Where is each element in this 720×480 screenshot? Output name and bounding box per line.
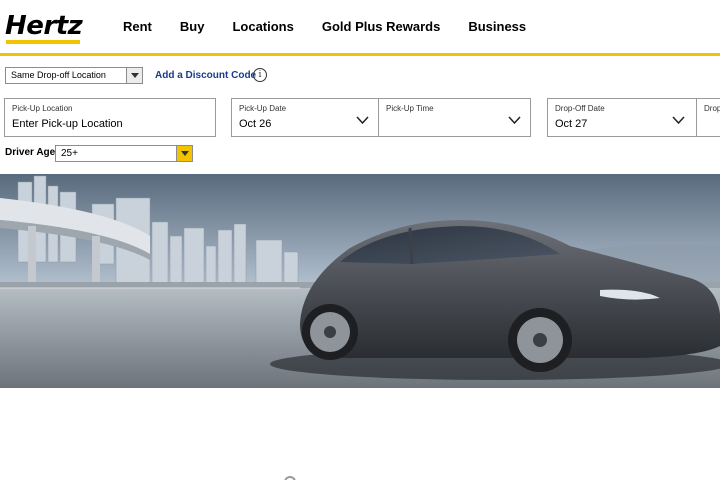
info-icon[interactable]: i	[253, 68, 267, 82]
driver-age-select[interactable]: 25+	[55, 145, 193, 162]
header-divider	[0, 53, 720, 56]
dropoff-time-field[interactable]: Drop	[696, 98, 720, 137]
pickup-time-label: Pick-Up Time	[386, 104, 434, 113]
driver-age-dropdown-button[interactable]	[176, 146, 192, 161]
chevron-down-icon[interactable]	[356, 116, 369, 124]
pickup-time-field[interactable]: Pick-Up Time	[378, 98, 531, 137]
chevron-down-icon[interactable]	[672, 116, 685, 124]
pickup-date-value: Oct 26	[239, 118, 272, 130]
nav-rent[interactable]: Rent	[123, 19, 152, 34]
nav-business[interactable]: Business	[468, 19, 526, 34]
logo-wordmark: Hertz	[5, 11, 83, 41]
pickup-date-label: Pick-Up Date	[239, 104, 287, 113]
loading-spinner-icon	[284, 476, 296, 480]
driver-age-label: Driver Age	[5, 147, 56, 158]
dropoff-mode-value: Same Drop-off Location	[11, 70, 106, 80]
driver-age-value: 25+	[61, 148, 78, 159]
chevron-down-icon[interactable]	[508, 116, 521, 124]
hero-banner	[0, 174, 720, 388]
pickup-location-field[interactable]: Pick-Up Location Enter Pick-up Location	[4, 98, 216, 137]
caret-down-icon	[131, 73, 139, 78]
pickup-date-field[interactable]: Pick-Up Date Oct 26	[231, 98, 379, 137]
dropoff-date-value: Oct 27	[555, 118, 588, 130]
add-discount-code-link[interactable]: Add a Discount Code	[155, 70, 256, 81]
dropoff-mode-select[interactable]: Same Drop-off Location	[5, 67, 143, 84]
nav-gold-plus-rewards[interactable]: Gold Plus Rewards	[322, 19, 440, 34]
pickup-location-input[interactable]: Enter Pick-up Location	[12, 118, 123, 130]
pickup-location-label: Pick-Up Location	[12, 104, 73, 113]
hertz-logo[interactable]: Hertz	[5, 11, 83, 45]
logo-underline	[6, 40, 80, 44]
nav-locations[interactable]: Locations	[232, 19, 293, 34]
dropoff-date-label: Drop-Off Date	[555, 104, 605, 113]
dropoff-date-field[interactable]: Drop-Off Date Oct 27	[547, 98, 697, 137]
caret-down-icon	[181, 151, 189, 156]
dropoff-time-label: Drop	[704, 104, 720, 113]
main-nav: Rent Buy Locations Gold Plus Rewards Bus…	[123, 19, 554, 34]
hero-car-image	[0, 174, 720, 388]
dropoff-mode-dropdown-button[interactable]	[126, 68, 142, 83]
site-header: Hertz Rent Buy Locations Gold Plus Rewar…	[0, 0, 720, 57]
nav-buy[interactable]: Buy	[180, 19, 205, 34]
